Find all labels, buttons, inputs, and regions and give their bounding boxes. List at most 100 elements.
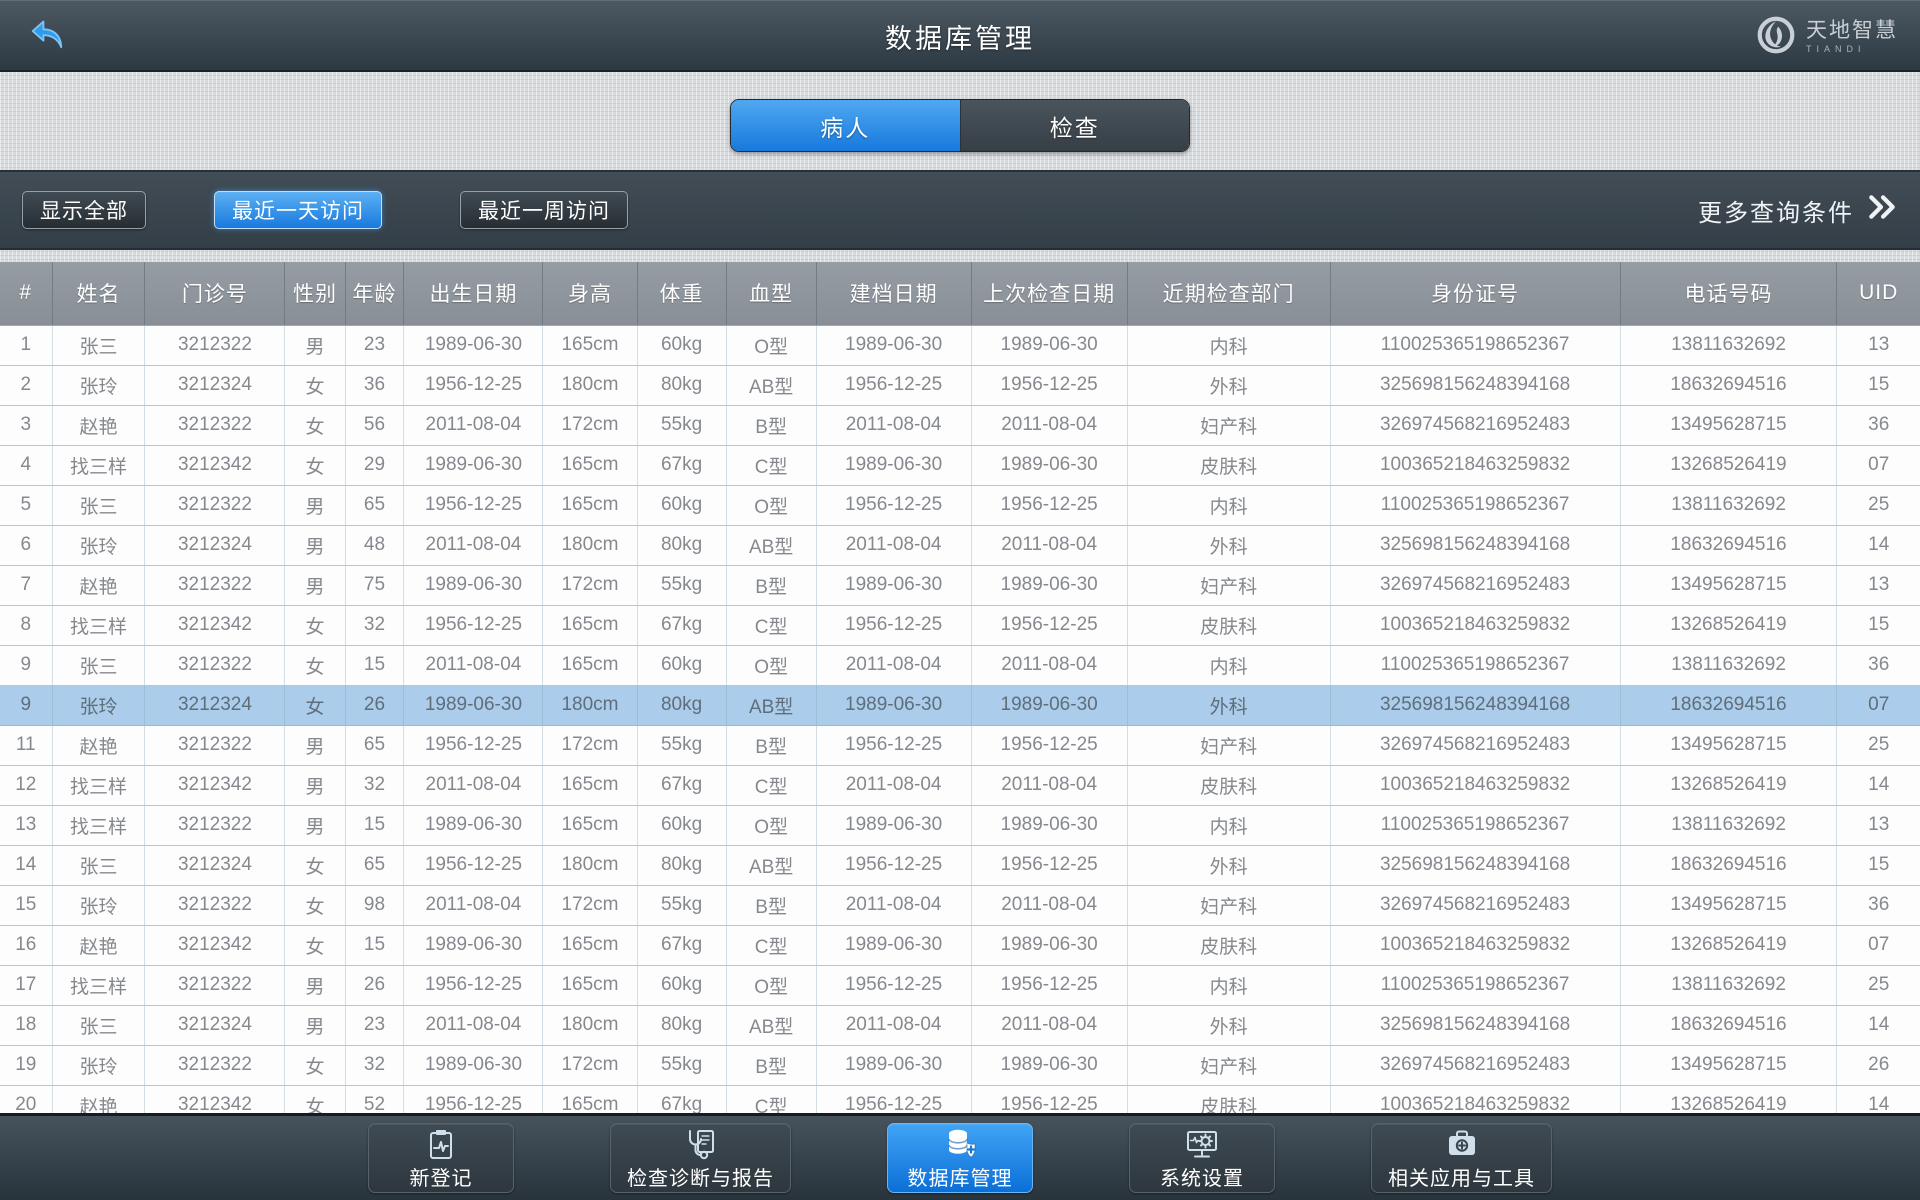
- cell: 7: [0, 565, 53, 606]
- double-chevron-right-icon: [1866, 194, 1898, 227]
- table-row[interactable]: 9 张三 3212322 女 15 2011-08-04 165cm 60kg O型 2011-0…: [0, 645, 1920, 686]
- cell: 女: [284, 445, 345, 486]
- cell: 1989-06-30: [970, 1045, 1128, 1086]
- cell: 13268526419: [1619, 605, 1837, 646]
- cell: 找三样: [51, 445, 145, 486]
- cell: 2011-08-04: [403, 645, 543, 686]
- cell: 65: [344, 845, 404, 886]
- table-row[interactable]: 9 张玲 3212324 女 26 1989-06-30 180cm 80kg AB型 1989-…: [0, 685, 1920, 726]
- cell: 皮肤科: [1126, 925, 1331, 966]
- column-header: 门诊号: [144, 262, 285, 326]
- cell: B型: [725, 725, 817, 766]
- cell: 3212322: [144, 965, 285, 1006]
- cell: 内科: [1126, 645, 1331, 686]
- filter-last-week-button[interactable]: 最近一周访问: [460, 191, 628, 229]
- cell: 9: [0, 645, 53, 686]
- cell: 55kg: [636, 405, 727, 446]
- cell: 1989-06-30: [815, 925, 972, 966]
- cell: 18: [0, 1005, 53, 1046]
- cell: 100365218463259832: [1329, 925, 1621, 966]
- nav-exam-report-button[interactable]: 检查诊断与报告: [610, 1123, 791, 1193]
- cell: 36: [1836, 405, 1920, 446]
- filter-show-all-button[interactable]: 显示全部: [22, 191, 146, 229]
- table-row[interactable]: 5 张三 3212322 男 65 1956-12-25 165cm 60kg O型 1956-1…: [0, 485, 1920, 526]
- cell: 23: [344, 1005, 404, 1046]
- cell: 女: [284, 645, 345, 686]
- nav-related-tools-button[interactable]: 相关应用与工具: [1371, 1123, 1552, 1193]
- table-row[interactable]: 2 张玲 3212324 女 36 1956-12-25 180cm 80kg AB型 1956-…: [0, 365, 1920, 406]
- cell: 1956-12-25: [815, 965, 972, 1006]
- cell: 55kg: [636, 885, 727, 926]
- cell: 165cm: [542, 645, 638, 686]
- cell: 1956-12-25: [815, 365, 972, 406]
- cell: 165cm: [542, 925, 638, 966]
- column-header: 出生日期: [403, 262, 543, 326]
- cell: 15: [344, 645, 404, 686]
- cell: 2011-08-04: [815, 885, 972, 926]
- nav-system-settings-button[interactable]: 系统设置: [1129, 1123, 1275, 1193]
- more-criteria-link[interactable]: 更多查询条件: [1698, 193, 1898, 228]
- cell: 325698156248394168: [1329, 845, 1621, 886]
- column-header: 电话号码: [1619, 262, 1837, 326]
- cell: 15: [0, 885, 53, 926]
- cell: 1989-06-30: [403, 805, 543, 846]
- logo-subname: TIANDI: [1806, 44, 1866, 54]
- cell: 2011-08-04: [970, 645, 1128, 686]
- cell: O型: [725, 485, 817, 526]
- table-row[interactable]: 18 张三 3212324 男 23 2011-08-04 180cm 80kg AB型 2011…: [0, 1005, 1920, 1046]
- table-row[interactable]: 19 张玲 3212322 女 32 1989-06-30 172cm 55kg B型 1989-…: [0, 1045, 1920, 1086]
- cell: 80kg: [636, 525, 727, 566]
- nav-label: 相关应用与工具: [1388, 1168, 1535, 1190]
- cell: 15: [1836, 845, 1920, 886]
- table-row[interactable]: 12 找三样 3212342 男 32 2011-08-04 165cm 67kg C型 2011…: [0, 765, 1920, 806]
- table-row[interactable]: 8 找三样 3212342 女 32 1956-12-25 165cm 67kg C型 1956-…: [0, 605, 1920, 646]
- cell: 1956-12-25: [815, 845, 972, 886]
- cell: 外科: [1126, 685, 1331, 726]
- table-row[interactable]: 3 赵艳 3212322 女 56 2011-08-04 172cm 55kg B型 2011-0…: [0, 405, 1920, 446]
- nav-database-management-button[interactable]: 数据库管理: [887, 1123, 1033, 1193]
- tab-examination[interactable]: 检查: [959, 100, 1189, 151]
- cell: 3212324: [144, 1005, 285, 1046]
- cell: 外科: [1126, 845, 1331, 886]
- table-row[interactable]: 1 张三 3212322 男 23 1989-06-30 165cm 60kg O型 1989-0…: [0, 325, 1920, 366]
- cell: 男: [284, 965, 345, 1006]
- cell: 1956-12-25: [970, 485, 1128, 526]
- cell: 外科: [1126, 365, 1331, 406]
- more-criteria-label: 更多查询条件: [1698, 199, 1854, 227]
- cell: 妇产科: [1126, 405, 1331, 446]
- cell: 19: [0, 1045, 53, 1086]
- cell: 65: [344, 725, 404, 766]
- cell: 13811632692: [1619, 485, 1837, 526]
- cell: 1989-06-30: [815, 445, 972, 486]
- table-row[interactable]: 4 找三样 3212342 女 29 1989-06-30 165cm 67kg C型 1989-…: [0, 445, 1920, 486]
- cell: 14: [1836, 765, 1920, 806]
- cell: 25: [1836, 725, 1920, 766]
- logo-name: 天地智慧: [1806, 19, 1898, 42]
- cell: 67kg: [636, 445, 727, 486]
- cell: 4: [0, 445, 53, 486]
- table-row[interactable]: 7 赵艳 3212322 男 75 1989-06-30 172cm 55kg B型 1989-0…: [0, 565, 1920, 606]
- cell: 14: [1836, 525, 1920, 566]
- cell: 180cm: [542, 525, 638, 566]
- cell: 3212324: [144, 525, 285, 566]
- table-row[interactable]: 17 找三样 3212322 男 26 1956-12-25 165cm 60kg O型 1956…: [0, 965, 1920, 1006]
- cell: 25: [1836, 965, 1920, 1006]
- cell: 60kg: [636, 485, 727, 526]
- table-row[interactable]: 11 赵艳 3212322 男 65 1956-12-25 172cm 55kg B型 1956-…: [0, 725, 1920, 766]
- tab-patient[interactable]: 病人: [731, 100, 960, 151]
- cell: 180cm: [542, 1005, 638, 1046]
- table-row[interactable]: 6 张玲 3212324 男 48 2011-08-04 180cm 80kg AB型 2011-…: [0, 525, 1920, 566]
- table-row[interactable]: 14 张三 3212324 女 65 1956-12-25 180cm 80kg AB型 1956…: [0, 845, 1920, 886]
- cell: 18632694516: [1619, 685, 1837, 726]
- table-row[interactable]: 15 张玲 3212322 女 98 2011-08-04 172cm 55kg B型 2011-…: [0, 885, 1920, 926]
- cell: 1989-06-30: [403, 925, 543, 966]
- cell: 3212342: [144, 445, 285, 486]
- table-row[interactable]: 16 赵艳 3212342 女 15 1989-06-30 165cm 67kg C型 1989-…: [0, 925, 1920, 966]
- cell: 1956-12-25: [970, 605, 1128, 646]
- cell: 赵艳: [51, 725, 145, 766]
- nav-new-registration-button[interactable]: 新登记: [368, 1123, 514, 1193]
- table-row[interactable]: 13 找三样 3212322 男 15 1989-06-30 165cm 60kg O型 1989…: [0, 805, 1920, 846]
- cell: 1989-06-30: [403, 685, 543, 726]
- cell: 张三: [51, 845, 145, 886]
- filter-last-day-button[interactable]: 最近一天访问: [214, 191, 382, 229]
